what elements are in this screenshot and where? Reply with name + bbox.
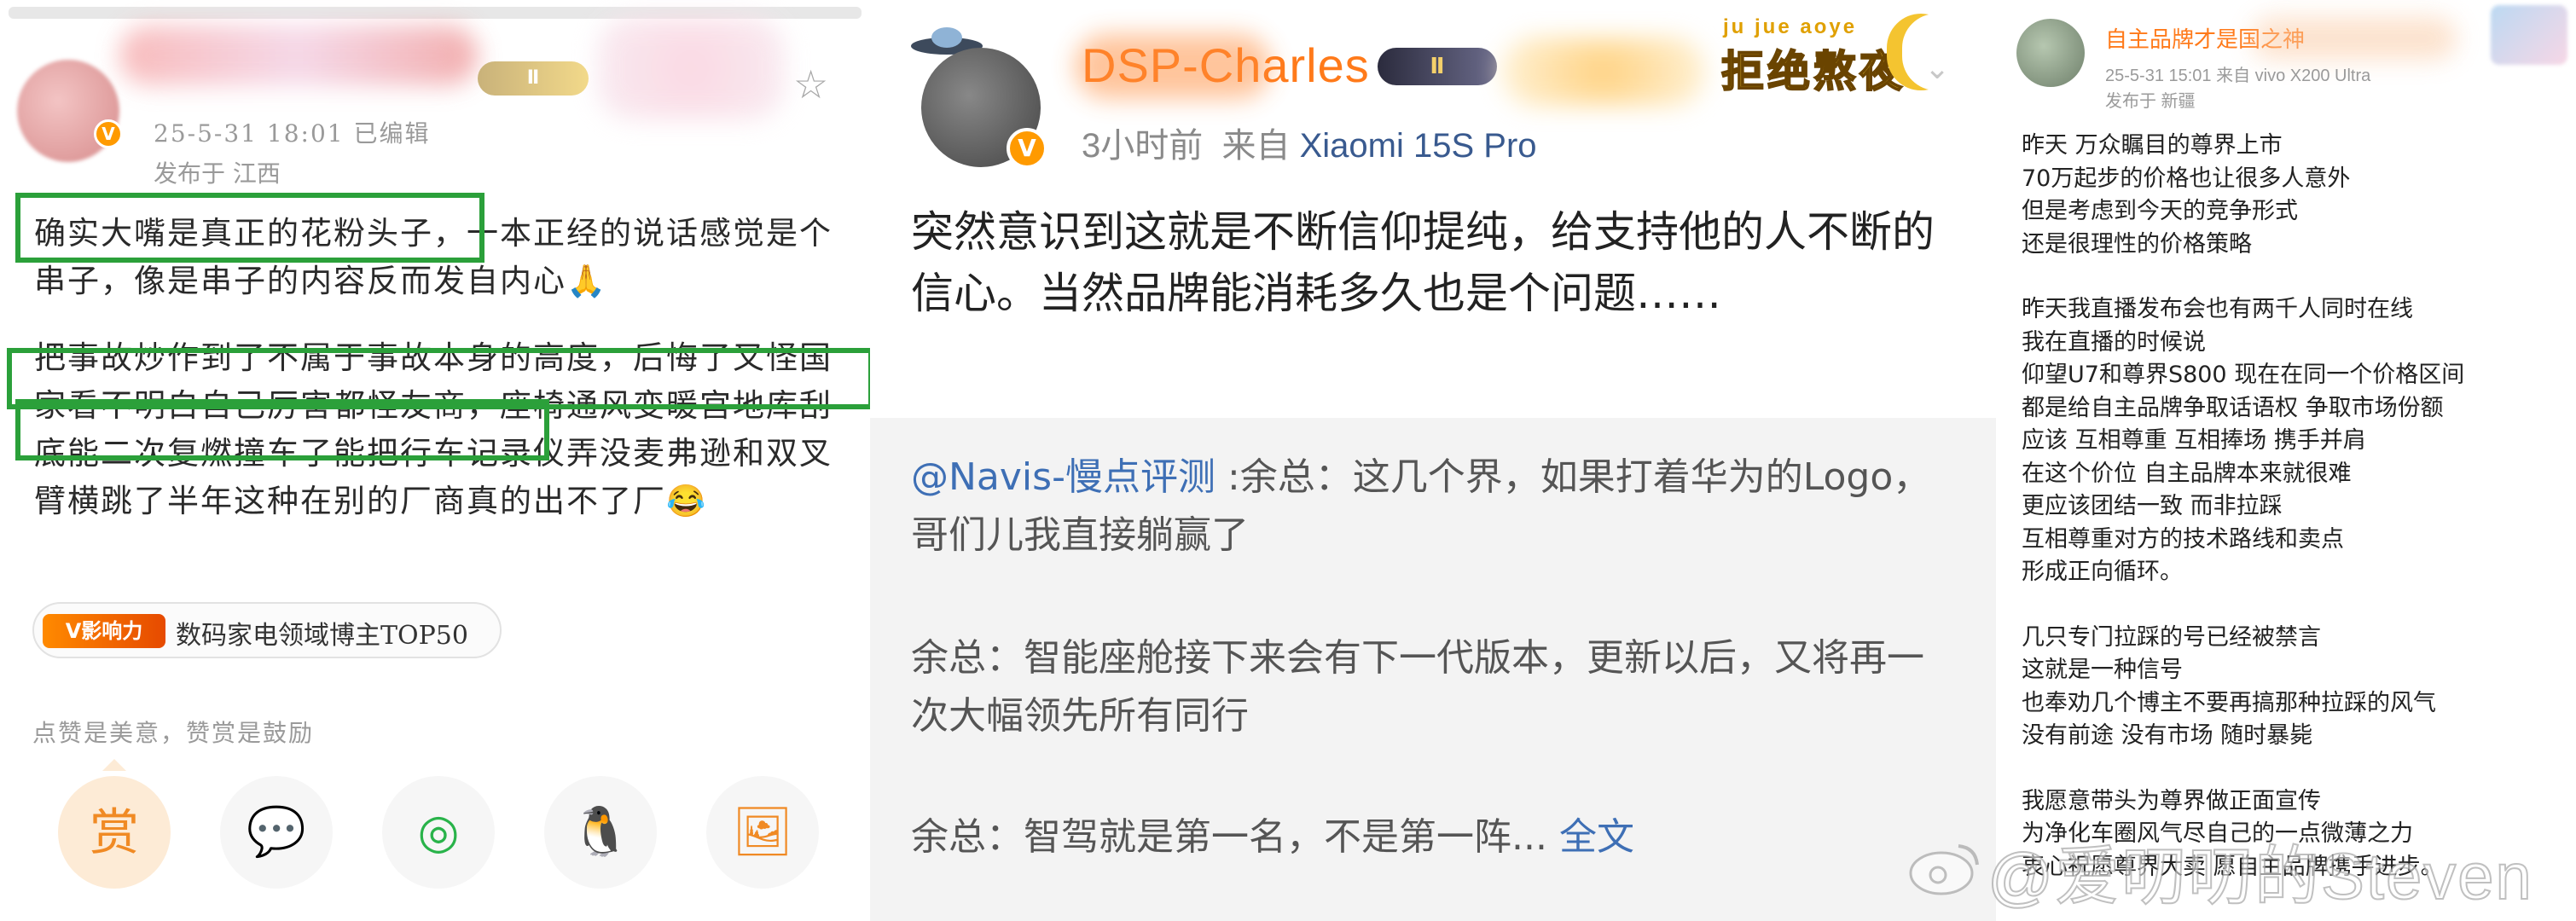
post-paragraph: 昨天 万众瞩目的尊界上市 70万起步的价格也让很多人意外 但是考虑到今天的竞争形式还… bbox=[2022, 130, 2567, 261]
post-line: 昨天我直播发布会也有两千人同时在线 bbox=[2022, 296, 2413, 322]
username-partial-blur bbox=[1075, 34, 1271, 99]
post-line: 70万起步的价格也让很多人意外 bbox=[2022, 165, 2351, 192]
post-line: 昨天 万众瞩目的尊界上市 bbox=[2022, 132, 2283, 159]
post-line: 都是给自主品牌争取话语权 争取市场份额 bbox=[2022, 394, 2444, 421]
read-more-link[interactable]: 全文 bbox=[1547, 815, 1634, 859]
post-line: 在这个价位 自主品牌本来就很难 bbox=[2022, 460, 2352, 487]
post-panel-middle: V DSP-Charles Ⅱ ju jue aoye 拒绝熬夜 ⌄ 3小时前 … bbox=[870, 0, 1996, 921]
quote-paragraph: 余总：智驾就是第一名，不是第一阵... 全文 bbox=[911, 808, 1960, 866]
influence-text: 数码家电领域博主TOP50 bbox=[176, 621, 468, 651]
influence-tag[interactable]: V影响力 数码家电领域博主TOP50 bbox=[32, 602, 502, 658]
post-body: 昨天 万众瞩目的尊界上市 70万起步的价格也让很多人意外 但是考虑到今天的竞争形式还… bbox=[2022, 130, 2567, 916]
post-line: 还是很理性的价格策略 bbox=[2022, 230, 2252, 258]
post-line: 几只专门拉踩的号已经被禁言 bbox=[2022, 623, 2321, 651]
mention-link[interactable]: @Navis-慢点评测 bbox=[911, 455, 1215, 499]
post-line: 形成正向循环。 bbox=[2022, 559, 2183, 585]
save-image-button[interactable]: 🖼 bbox=[706, 776, 819, 889]
post-line: 应该 互相尊重 互相捧场 携手并肩 bbox=[2022, 427, 2366, 454]
post-paragraph: 几只专门拉踩的号已经被禁言 这就是一种信号也奉劝几个博主不要再搞那种拉踩的风气 没有… bbox=[2022, 622, 2567, 753]
post-line: 没有前途 没有市场 随时暴毙 bbox=[2022, 722, 2313, 749]
post-line: 仰望U7和尊界S800 现在在同一个价格区间 bbox=[2022, 362, 2465, 388]
influence-badge: V影响力 bbox=[43, 614, 165, 648]
highlight-box bbox=[15, 399, 549, 460]
post-line: 但是考虑到今天的竞争形式 bbox=[2022, 198, 2298, 224]
decoration-badge bbox=[2491, 5, 2567, 65]
verified-icon: V bbox=[94, 119, 123, 148]
post-main-text: 突然意识到这就是不断信仰提纯，给支持他的人不断的信心。当然品牌能消耗多久也是个问… bbox=[911, 207, 1935, 318]
quote-text: 余总：智驾就是第一名，不是第一阵... bbox=[911, 815, 1547, 859]
caret-indicator bbox=[102, 759, 126, 771]
reward-hint: 点赞是美意，赞赏是鼓励 bbox=[32, 719, 315, 747]
verified-icon: V bbox=[1007, 128, 1047, 169]
post-line: 我愿意带头为尊界做正面宣传 bbox=[2022, 787, 2321, 814]
post-panel-right: 自主品牌才是国之神 25-5-31 15:01 来自 vivo X200 Ult… bbox=[1996, 0, 2576, 921]
post-line: 我在直播的时候说 bbox=[2022, 328, 2206, 356]
quote-paragraph: 余总：智能座舱接下来会有下一代版本，更新以后，又将再一次大幅领先所有同行 bbox=[911, 636, 1924, 738]
post-timestamp: 25-5-31 18:01 已编辑 bbox=[154, 119, 431, 148]
deco-text-en: ju jue aoye bbox=[1723, 15, 1858, 38]
avatar[interactable] bbox=[2016, 19, 2085, 87]
username-redacted bbox=[119, 26, 478, 85]
post-location: 发布于 江西 bbox=[154, 159, 281, 188]
quoted-post[interactable]: @Navis-慢点评测 :余总：这几个界，如果打着华为的Logo，哥们儿我直接躺… bbox=[870, 418, 1996, 921]
post-line: 这就是一种信号 bbox=[2022, 657, 2183, 683]
emoji-redacted bbox=[1501, 38, 1706, 106]
favorite-star-icon[interactable]: ☆ bbox=[793, 61, 828, 107]
chevron-down-icon[interactable]: ⌄ bbox=[1924, 51, 1950, 86]
post-line: 更应该团结一致 而非拉踩 bbox=[2022, 493, 2283, 519]
device-link[interactable]: Xiaomi 15S Pro bbox=[1300, 127, 1537, 165]
post-meta: 3小时前 来自 Xiaomi 15S Pro bbox=[1082, 118, 1537, 167]
post-line: 也奉劝几个博主不要再搞那种拉踩的风气 bbox=[2022, 689, 2436, 716]
post-line: 互相尊重对方的技术路线和卖点 bbox=[2022, 525, 2344, 553]
post-time: 3小时前 bbox=[1082, 127, 1204, 165]
quote-paragraph: @Navis-慢点评测 :余总：这几个界，如果打着华为的Logo，哥们儿我直接躺… bbox=[911, 449, 1960, 565]
qq-share-button[interactable]: 🐧 bbox=[544, 776, 657, 889]
reward-button[interactable]: 赏 bbox=[58, 776, 171, 889]
deco-text-cn: 拒绝熬夜 bbox=[1720, 45, 1906, 97]
post-timestamp: 25-5-31 15:01 来自 vivo X200 Ultra bbox=[2105, 67, 2371, 85]
watermark: @爱叨叨的Steven bbox=[1987, 840, 2533, 914]
username-partial-blur bbox=[2252, 17, 2457, 60]
level-badge[interactable]: Ⅱ bbox=[478, 61, 589, 96]
post-location: 发布于 新疆 bbox=[2105, 92, 2196, 111]
post-paragraph: 昨天我直播发布会也有两千人同时在线 我在直播的时候说仰望U7和尊界S800 现在在… bbox=[2022, 293, 2567, 589]
highlight-box bbox=[15, 193, 484, 263]
blossom-decoration bbox=[597, 17, 785, 119]
from-label: 来自 bbox=[1221, 127, 1291, 165]
moments-share-button[interactable]: ◎ bbox=[382, 776, 495, 889]
post-panel-left: V Ⅱ ☆ 25-5-31 18:01 已编辑 发布于 江西 确实大嘴是真正的花… bbox=[0, 0, 870, 921]
wechat-share-button[interactable]: 💬 bbox=[220, 776, 333, 889]
level-badge[interactable]: Ⅱ bbox=[1378, 48, 1497, 85]
